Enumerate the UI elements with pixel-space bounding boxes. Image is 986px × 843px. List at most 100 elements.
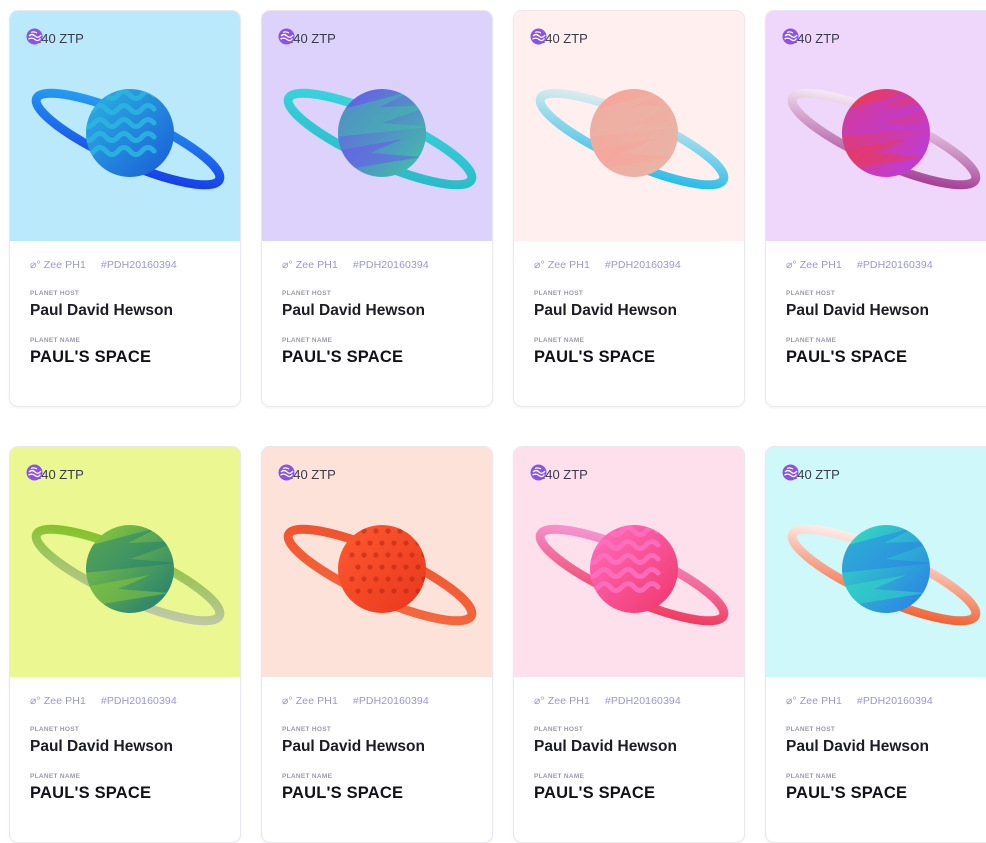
zee-icon: ⌀° — [282, 695, 296, 707]
zee-label: Zee PH1 — [295, 259, 338, 271]
planet-card[interactable]: 140 ZTP ⌀° Zee PH1 #PDH20160394 PLANET H… — [261, 446, 493, 843]
planet-name-label: PLANET NAME — [282, 337, 333, 344]
zee-icon: ⌀° — [282, 259, 296, 271]
card-info: ⌀° Zee PH1 #PDH20160394 PLANET HOST Paul… — [534, 259, 734, 367]
planet-host-label: PLANET HOST — [282, 290, 332, 297]
planet-artwork: 140 ZTP — [10, 447, 240, 677]
zee-tag: ⌀° Zee PH1 — [30, 259, 86, 271]
planet-name: PAUL'S SPACE — [30, 348, 152, 366]
planet-host-name: Paul David Hewson — [30, 738, 173, 755]
card-meta: ⌀° Zee PH1 #PDH20160394 — [534, 259, 734, 271]
zee-icon: ⌀° — [786, 695, 800, 707]
card-info: ⌀° Zee PH1 #PDH20160394 PLANET HOST Paul… — [282, 259, 482, 367]
zee-tag: ⌀° Zee PH1 — [786, 695, 842, 707]
card-meta: ⌀° Zee PH1 #PDH20160394 — [30, 259, 230, 271]
planet-name-label: PLANET NAME — [30, 337, 81, 344]
zee-icon: ⌀° — [30, 695, 44, 707]
planet-host-name: Paul David Hewson — [534, 302, 677, 319]
zee-tag: ⌀° Zee PH1 — [282, 259, 338, 271]
planet-name-label: PLANET NAME — [282, 773, 333, 780]
planet-host-name: Paul David Hewson — [786, 738, 929, 755]
zee-label: Zee PH1 — [547, 695, 590, 707]
planet-name-label: PLANET NAME — [786, 337, 837, 344]
zee-label: Zee PH1 — [799, 695, 842, 707]
planet-name-label: PLANET NAME — [786, 773, 837, 780]
planet-artwork: 140 ZTP — [262, 11, 492, 241]
planet-code: #PDH20160394 — [604, 695, 681, 707]
price-badge: 140 ZTP — [782, 464, 840, 484]
price-badge: 140 ZTP — [278, 464, 336, 484]
planet-artwork: 140 ZTP — [262, 447, 492, 677]
planet-name: PAUL'S SPACE — [282, 348, 404, 366]
zee-icon: ⌀° — [30, 259, 44, 271]
planet-host-label: PLANET HOST — [30, 290, 80, 297]
card-meta: ⌀° Zee PH1 #PDH20160394 — [786, 259, 986, 271]
planet-name: PAUL'S SPACE — [282, 784, 404, 802]
planet-host-label: PLANET HOST — [786, 726, 836, 733]
zee-label: Zee PH1 — [799, 259, 842, 271]
planet-card-grid: 140 ZTP ⌀° Zee PH1 #PDH20160394 PLANET H… — [0, 0, 986, 843]
card-info: ⌀° Zee PH1 #PDH20160394 PLANET HOST Paul… — [30, 695, 230, 803]
card-meta: ⌀° Zee PH1 #PDH20160394 — [30, 695, 230, 707]
planet-code: #PDH20160394 — [856, 695, 933, 707]
planet-card[interactable]: 140 ZTP ⌀° Zee PH1 #PDH20160394 PLANET H… — [513, 10, 745, 407]
planet-artwork: 140 ZTP — [514, 11, 744, 241]
planet-name: PAUL'S SPACE — [786, 784, 908, 802]
planet-host-label: PLANET HOST — [786, 290, 836, 297]
planet-code: #PDH20160394 — [604, 259, 681, 271]
card-info: ⌀° Zee PH1 #PDH20160394 PLANET HOST Paul… — [786, 259, 986, 367]
planet-card[interactable]: 140 ZTP ⌀° Zee PH1 #PDH20160394 PLANET H… — [9, 446, 241, 843]
price-badge: 140 ZTP — [278, 28, 336, 48]
zee-label: Zee PH1 — [547, 259, 590, 271]
planet-host-name: Paul David Hewson — [534, 738, 677, 755]
card-meta: ⌀° Zee PH1 #PDH20160394 — [282, 259, 482, 271]
zee-label: Zee PH1 — [43, 695, 86, 707]
planet-artwork: 140 ZTP — [10, 11, 240, 241]
planet-code: #PDH20160394 — [100, 259, 177, 271]
planet-code: #PDH20160394 — [352, 695, 429, 707]
planet-card[interactable]: 140 ZTP ⌀° Zee PH1 #PDH20160394 PLANET H… — [261, 10, 493, 407]
zee-icon: ⌀° — [534, 259, 548, 271]
planet-name-label: PLANET NAME — [30, 773, 81, 780]
planet-name-label: PLANET NAME — [534, 773, 585, 780]
planet-host-name: Paul David Hewson — [786, 302, 929, 319]
price-badge: 140 ZTP — [530, 28, 588, 48]
zee-label: Zee PH1 — [43, 259, 86, 271]
planet-card[interactable]: 140 ZTP ⌀° Zee PH1 #PDH20160394 PLANET H… — [765, 10, 986, 407]
card-meta: ⌀° Zee PH1 #PDH20160394 — [282, 695, 482, 707]
planet-host-label: PLANET HOST — [282, 726, 332, 733]
zee-icon: ⌀° — [786, 259, 800, 271]
planet-code: #PDH20160394 — [856, 259, 933, 271]
planet-name: PAUL'S SPACE — [534, 784, 656, 802]
card-info: ⌀° Zee PH1 #PDH20160394 PLANET HOST Paul… — [30, 259, 230, 367]
zee-tag: ⌀° Zee PH1 — [534, 259, 590, 271]
card-info: ⌀° Zee PH1 #PDH20160394 PLANET HOST Paul… — [282, 695, 482, 803]
price-badge: 140 ZTP — [26, 464, 84, 484]
planet-name-label: PLANET NAME — [534, 337, 585, 344]
planet-host-name: Paul David Hewson — [282, 738, 425, 755]
card-info: ⌀° Zee PH1 #PDH20160394 PLANET HOST Paul… — [786, 695, 986, 803]
planet-name: PAUL'S SPACE — [786, 348, 908, 366]
price-badge: 140 ZTP — [782, 28, 840, 48]
zee-tag: ⌀° Zee PH1 — [282, 695, 338, 707]
zee-tag: ⌀° Zee PH1 — [786, 259, 842, 271]
planet-artwork: 140 ZTP — [514, 447, 744, 677]
planet-card[interactable]: 140 ZTP ⌀° Zee PH1 #PDH20160394 PLANET H… — [9, 10, 241, 407]
planet-code: #PDH20160394 — [100, 695, 177, 707]
zee-icon: ⌀° — [534, 695, 548, 707]
planet-host-name: Paul David Hewson — [30, 302, 173, 319]
planet-name: PAUL'S SPACE — [534, 348, 656, 366]
planet-card[interactable]: 140 ZTP ⌀° Zee PH1 #PDH20160394 PLANET H… — [513, 446, 745, 843]
planet-name: PAUL'S SPACE — [30, 784, 152, 802]
planet-host-label: PLANET HOST — [534, 290, 584, 297]
price-badge: 140 ZTP — [530, 464, 588, 484]
planet-card[interactable]: 140 ZTP ⌀° Zee PH1 #PDH20160394 PLANET H… — [765, 446, 986, 843]
planet-host-name: Paul David Hewson — [282, 302, 425, 319]
card-meta: ⌀° Zee PH1 #PDH20160394 — [534, 695, 734, 707]
planet-code: #PDH20160394 — [352, 259, 429, 271]
planet-host-label: PLANET HOST — [30, 726, 80, 733]
card-meta: ⌀° Zee PH1 #PDH20160394 — [786, 695, 986, 707]
zee-tag: ⌀° Zee PH1 — [30, 695, 86, 707]
zee-label: Zee PH1 — [295, 695, 338, 707]
zee-tag: ⌀° Zee PH1 — [534, 695, 590, 707]
